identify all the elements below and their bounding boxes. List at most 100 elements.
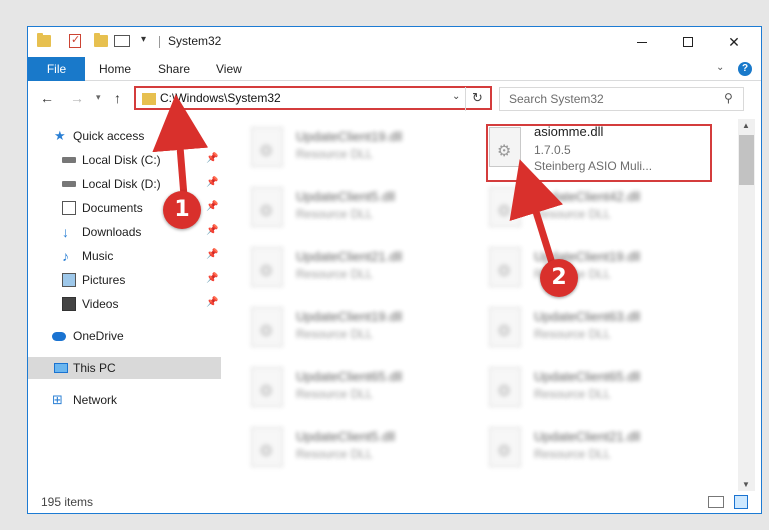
- file-type: Resource DLL: [296, 267, 373, 281]
- file-type: Resource DLL: [534, 207, 611, 221]
- dll-file-icon: [251, 427, 283, 467]
- pin-icon[interactable]: 📌: [206, 297, 218, 308]
- scroll-up-icon[interactable]: ▲: [742, 121, 750, 130]
- sidebar-item-label: Pictures: [82, 273, 126, 287]
- sidebar-item-label: Quick access: [73, 129, 145, 143]
- sidebar-item-videos[interactable]: Videos 📌: [28, 293, 221, 315]
- refresh-icon[interactable]: ↻: [465, 87, 489, 111]
- quick-access-dropdown-icon[interactable]: ▾: [141, 34, 146, 45]
- expand-ribbon-icon[interactable]: ⌄: [716, 62, 724, 73]
- list-item[interactable]: UpdateClient65.dll Resource DLL: [473, 363, 703, 415]
- list-item[interactable]: UpdateClient65.dll Resource DLL: [235, 363, 465, 415]
- pin-icon[interactable]: 📌: [206, 153, 218, 164]
- file-type: Resource DLL: [534, 387, 611, 401]
- file-explorer-window: ▾ System32 ✕ File Home Share View ⌄ ? ← …: [27, 26, 762, 514]
- minimize-button[interactable]: [619, 27, 665, 57]
- tab-view[interactable]: View: [216, 57, 242, 81]
- dll-file-icon: [251, 367, 283, 407]
- recent-locations-icon[interactable]: ▾: [96, 92, 101, 103]
- network-icon: ⊞: [52, 392, 63, 407]
- pictures-icon: [62, 273, 76, 287]
- step-badge-2: 2: [540, 259, 578, 297]
- navigation-bar: ← → ▾ ↑ C:\Windows\System32 ⌄ ↻ Search S…: [28, 83, 761, 115]
- vertical-scrollbar[interactable]: ▲ ▼: [738, 119, 755, 491]
- pin-icon[interactable]: 📌: [206, 177, 218, 188]
- videos-icon: [62, 297, 76, 311]
- status-bar: 195 items: [28, 491, 761, 515]
- large-icons-view-icon[interactable]: [734, 495, 748, 509]
- address-folder-icon: [142, 93, 156, 105]
- up-arrow-icon[interactable]: ↑: [114, 90, 121, 106]
- sidebar-item-label: OneDrive: [73, 329, 124, 343]
- sidebar-item-label: Music: [82, 249, 114, 263]
- dll-file-icon: [251, 247, 283, 287]
- scroll-thumb[interactable]: [739, 135, 754, 185]
- scroll-down-icon[interactable]: ▼: [742, 480, 750, 489]
- pin-icon[interactable]: 📌: [206, 201, 218, 212]
- disk-icon: [62, 157, 76, 163]
- sidebar-item-local-disk-d[interactable]: Local Disk (D:) 📌: [28, 173, 221, 195]
- list-item[interactable]: UpdateClient5.dll Resource DLL: [235, 183, 465, 235]
- list-item[interactable]: UpdateClient21.dll Resource DLL: [235, 243, 465, 295]
- details-view-icon[interactable]: [708, 496, 724, 508]
- address-bar[interactable]: C:\Windows\System32 ⌄: [134, 86, 492, 110]
- new-folder-icon[interactable]: [94, 33, 108, 48]
- folder-icon: [37, 33, 51, 48]
- search-icon[interactable]: ⚲: [724, 91, 733, 105]
- sidebar-item-quick-access[interactable]: ★ Quick access: [28, 125, 221, 147]
- close-button[interactable]: ✕: [711, 27, 757, 57]
- sidebar-item-pictures[interactable]: Pictures 📌: [28, 269, 221, 291]
- search-input[interactable]: Search System32 ⚲: [499, 87, 744, 111]
- music-icon: ♪: [62, 248, 69, 264]
- tab-home[interactable]: Home: [99, 57, 131, 81]
- maximize-icon: [683, 37, 693, 47]
- navigation-pane: ★ Quick access Local Disk (C:) 📌 Local D…: [28, 119, 221, 491]
- step-badge-1: 1: [163, 191, 201, 229]
- address-path[interactable]: C:\Windows\System32: [160, 91, 281, 105]
- sidebar-item-label: Videos: [82, 297, 119, 311]
- list-item[interactable]: UpdateClient5.dll Resource DLL: [235, 423, 465, 475]
- customize-icon[interactable]: [114, 34, 130, 48]
- cloud-icon: [52, 332, 66, 341]
- sidebar-item-this-pc[interactable]: This PC: [28, 357, 221, 379]
- sidebar-item-local-disk-c[interactable]: Local Disk (C:) 📌: [28, 149, 221, 171]
- file-type: Resource DLL: [296, 387, 373, 401]
- sidebar-item-label: Documents: [82, 201, 143, 215]
- pin-icon[interactable]: 📌: [206, 273, 218, 284]
- file-name: UpdateClient19.dll: [296, 309, 403, 324]
- item-count: 195 items: [41, 495, 94, 509]
- file-name: UpdateClient21.dll: [534, 429, 641, 444]
- dll-file-icon: [489, 187, 521, 227]
- sidebar-item-label: This PC: [73, 361, 116, 375]
- list-item[interactable]: UpdateClient19.dll Resource DLL: [235, 123, 465, 175]
- list-item[interactable]: UpdateClient63.dll Resource DLL: [473, 303, 703, 355]
- dll-file-icon: [489, 427, 521, 467]
- properties-icon[interactable]: [69, 33, 83, 48]
- help-icon[interactable]: ?: [738, 62, 752, 76]
- file-name: UpdateClient21.dll: [296, 249, 403, 264]
- close-icon: ✕: [728, 33, 740, 50]
- sidebar-item-label: Network: [73, 393, 118, 407]
- file-name: UpdateClient42.dll: [534, 189, 641, 204]
- forward-arrow-icon[interactable]: →: [70, 90, 84, 106]
- sidebar-item-network[interactable]: ⊞ Network: [28, 389, 221, 411]
- file-type: Resource DLL: [296, 207, 373, 221]
- pin-icon[interactable]: 📌: [206, 225, 218, 236]
- file-name: UpdateClient5.dll: [296, 429, 396, 444]
- sidebar-item-onedrive[interactable]: OneDrive: [28, 325, 221, 347]
- maximize-button[interactable]: [665, 27, 711, 57]
- list-item[interactable]: UpdateClient42.dll Resource DLL: [473, 183, 703, 235]
- chevron-down-icon[interactable]: ⌄: [452, 91, 460, 102]
- list-item[interactable]: UpdateClient21.dll Resource DLL: [473, 423, 703, 475]
- pin-icon[interactable]: 📌: [206, 249, 218, 260]
- list-item[interactable]: UpdateClient19.dll Resource DLL: [473, 243, 703, 295]
- dll-file-icon: [489, 307, 521, 347]
- tab-file[interactable]: File: [28, 57, 85, 81]
- documents-icon: [62, 201, 76, 215]
- file-type: Resource DLL: [534, 447, 611, 461]
- back-arrow-icon[interactable]: ←: [40, 90, 54, 106]
- tab-share[interactable]: Share: [158, 57, 190, 81]
- sidebar-item-music[interactable]: ♪ Music 📌: [28, 245, 221, 267]
- list-item[interactable]: UpdateClient19.dll Resource DLL: [235, 303, 465, 355]
- window-title: System32: [168, 34, 222, 48]
